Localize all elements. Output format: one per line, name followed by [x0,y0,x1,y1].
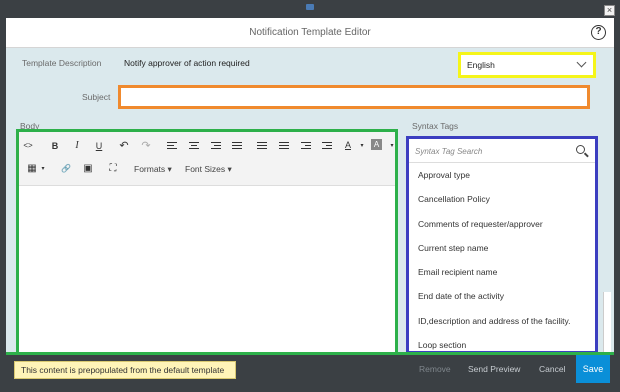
syntax-tag-item[interactable]: Loop section [409,333,595,351]
subject-label: Subject [82,92,111,102]
dialog-scrollbar[interactable] [603,292,611,352]
undo-icon[interactable]: ↶ [117,139,131,153]
editor-toolbar: <> B I U ↶ ↷ A ▾ A ▾ ▦ ▾ 🔗 ▣ ⛶ Formats ▾… [19,132,395,186]
template-description-label: Template Description [22,58,102,68]
save-button[interactable]: Save [576,355,610,383]
cancel-button[interactable]: Cancel [539,364,565,374]
help-icon[interactable]: ? [591,25,606,40]
language-select[interactable]: English [458,52,596,78]
template-description-value: Notify approver of action required [124,58,250,68]
notification-template-dialog: Notification Template Editor ? Template … [6,18,614,352]
dialog-title: Notification Template Editor [249,27,371,38]
image-icon[interactable]: ▣ [81,162,95,176]
top-bar: × [0,0,620,18]
subject-input[interactable] [118,85,590,109]
body-editor[interactable]: <> B I U ↶ ↷ A ▾ A ▾ ▦ ▾ 🔗 ▣ ⛶ Formats ▾… [16,129,398,352]
syntax-tag-item[interactable]: Email recipient name [409,260,595,284]
background-color-caret-icon[interactable]: ▾ [385,139,399,153]
bold-button[interactable]: B [48,139,62,153]
font-sizes-dropdown[interactable]: Font Sizes ▾ [185,164,232,175]
numbered-list-icon[interactable] [279,142,289,151]
text-color-icon[interactable]: A [341,138,355,152]
table-caret-icon[interactable]: ▾ [36,162,50,176]
dialog-footer: This content is prepopulated from the de… [6,352,614,383]
syntax-tag-item[interactable]: Comments of requester/approver [409,212,595,236]
source-code-button[interactable]: <> [21,139,35,153]
syntax-tag-item[interactable]: Cancellation Policy [409,187,595,211]
syntax-tag-search [409,139,595,163]
redo-icon[interactable]: ↷ [139,139,153,153]
syntax-tag-list: Approval type Cancellation Policy Commen… [409,163,595,351]
close-icon[interactable]: × [604,5,615,16]
chevron-down-icon [576,57,587,68]
drag-handle-icon[interactable] [306,4,314,10]
align-justify-icon[interactable] [232,142,242,151]
link-icon[interactable]: 🔗 [59,162,73,176]
indent-icon[interactable] [322,142,332,151]
italic-button[interactable]: I [70,139,84,153]
syntax-tags-panel: Approval type Cancellation Policy Commen… [406,136,598,352]
background-color-icon[interactable]: A [371,139,382,150]
dialog-header: Notification Template Editor ? [6,18,614,48]
remove-button[interactable]: Remove [419,364,451,374]
outdent-icon[interactable] [301,142,311,151]
syntax-tags-label: Syntax Tags [412,121,459,131]
search-icon[interactable] [576,145,585,154]
default-template-notice: This content is prepopulated from the de… [14,361,236,379]
formats-dropdown[interactable]: Formats ▾ [134,164,172,175]
bullet-list-icon[interactable] [257,142,267,151]
editor-content-area[interactable] [19,186,395,348]
syntax-tag-item[interactable]: Current step name [409,236,595,260]
syntax-tag-item[interactable]: End date of the activity [409,284,595,308]
syntax-tag-search-input[interactable] [415,143,565,159]
align-left-icon[interactable] [167,142,177,151]
align-right-icon[interactable] [211,142,221,151]
text-color-caret-icon[interactable]: ▾ [355,139,369,153]
syntax-tag-item[interactable]: ID,description and address of the facili… [409,309,595,333]
send-preview-button[interactable]: Send Preview [468,364,520,374]
fullscreen-icon[interactable]: ⛶ [106,162,120,176]
syntax-tag-item[interactable]: Approval type [409,163,595,187]
align-center-icon[interactable] [189,142,199,151]
underline-button[interactable]: U [92,139,106,153]
language-selected: English [467,60,495,70]
